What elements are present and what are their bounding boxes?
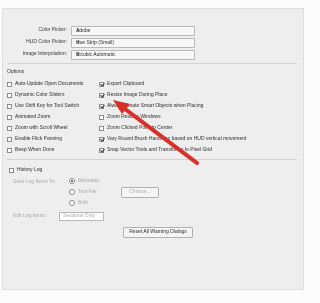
divider xyxy=(7,159,297,160)
radio-button[interactable] xyxy=(69,200,75,206)
option-flick-panning[interactable]: Enable Flick Panning xyxy=(7,135,62,143)
option-label: Export Clipboard xyxy=(107,81,145,87)
option-smart-objects[interactable]: Always Create Smart Objects when Placing xyxy=(99,102,203,110)
reset-warning-dialogs-button[interactable]: Reset All Warning Dialogs xyxy=(123,227,193,238)
edit-log-select[interactable]: Sessions Only xyxy=(59,212,104,221)
option-label: Vary Round Brush Hardness based on HUD v… xyxy=(107,136,247,142)
radio-text-file[interactable]: Text File xyxy=(69,188,97,196)
option-label: Animated Zoom xyxy=(15,114,51,120)
option-label: Beep When Done xyxy=(15,147,55,153)
checkbox[interactable] xyxy=(7,136,12,142)
option-animated-zoom[interactable]: Animated Zoom xyxy=(7,113,50,121)
radio-metadata[interactable]: Metadata xyxy=(69,177,99,185)
option-label: Zoom with Scroll Wheel xyxy=(15,125,68,131)
hud-picker-select[interactable]: Hue Strip (Small) ⬍ xyxy=(71,38,195,48)
preferences-panel: Color Picker: Adobe ⬍ HUD Color Picker: … xyxy=(2,8,304,290)
hud-picker-label: HUD Color Picker: xyxy=(26,38,67,45)
option-label: Snap Vector Tools and Transforms to Pixe… xyxy=(107,147,212,153)
checkbox[interactable] xyxy=(99,114,104,120)
checkbox[interactable] xyxy=(99,147,104,153)
radio-label: Metadata xyxy=(78,178,99,184)
history-log-title: History Log xyxy=(17,167,43,173)
chevron-down-icon: ⬍ xyxy=(76,52,81,58)
option-label: Zoom Clicked Point to Center xyxy=(107,125,173,131)
choose-button[interactable]: Choose... xyxy=(121,187,159,198)
color-picker-label: Color Picker: xyxy=(38,26,67,33)
option-label: Auto-Update Open Documents xyxy=(15,81,84,87)
option-beep[interactable]: Beep When Done xyxy=(7,146,54,154)
radio-button[interactable] xyxy=(69,189,75,195)
save-items-label: Save Log Items To: xyxy=(13,179,56,185)
option-zoom-resizes[interactable]: Zoom Resizes Windows xyxy=(99,113,161,121)
checkbox[interactable] xyxy=(99,103,104,109)
option-resize-image[interactable]: Resize Image During Place xyxy=(99,91,168,99)
history-log-toggle[interactable]: History Log xyxy=(9,166,42,174)
radio-button[interactable] xyxy=(69,178,75,184)
interp-label: Image Interpolation: xyxy=(22,50,67,57)
option-label: Use Shift Key for Tool Switch xyxy=(15,103,80,109)
radio-label: Text File xyxy=(78,189,97,195)
checkbox[interactable] xyxy=(99,125,104,131)
option-export-clipboard[interactable]: Export Clipboard xyxy=(99,80,144,88)
option-dynamic-sliders[interactable]: Dynamic Color Sliders xyxy=(7,91,64,99)
option-snap-vector[interactable]: Snap Vector Tools and Transforms to Pixe… xyxy=(99,146,212,154)
option-scroll-zoom[interactable]: Zoom with Scroll Wheel xyxy=(7,124,68,132)
interp-row: Image Interpolation: xyxy=(7,49,71,58)
options-title: Options xyxy=(7,69,25,75)
checkbox[interactable] xyxy=(99,81,104,87)
hud-picker-row: HUD Color Picker: xyxy=(7,37,71,46)
divider xyxy=(7,63,297,64)
checkbox[interactable] xyxy=(7,114,12,120)
edit-log-label: Edit Log Items: xyxy=(13,213,47,219)
checkbox[interactable] xyxy=(7,125,12,131)
color-picker-select[interactable]: Adobe ⬍ xyxy=(71,26,195,36)
option-label: Dynamic Color Sliders xyxy=(15,92,65,98)
option-zoom-center[interactable]: Zoom Clicked Point to Center xyxy=(99,124,172,132)
chevron-down-icon: ⬍ xyxy=(76,28,81,34)
checkbox[interactable] xyxy=(7,92,12,98)
edit-log-value: Sessions Only xyxy=(63,213,95,219)
option-label: Resize Image During Place xyxy=(107,92,168,98)
checkbox[interactable] xyxy=(7,81,12,87)
chevron-down-icon: ⬍ xyxy=(76,40,81,46)
checkbox[interactable] xyxy=(7,103,12,109)
radio-both[interactable]: Both xyxy=(69,199,88,207)
option-label: Zoom Resizes Windows xyxy=(107,114,161,120)
checkbox[interactable] xyxy=(99,92,104,98)
option-shift-key[interactable]: Use Shift Key for Tool Switch xyxy=(7,102,79,110)
radio-label: Both xyxy=(78,200,89,206)
option-auto-update[interactable]: Auto-Update Open Documents xyxy=(7,80,83,88)
checkbox[interactable] xyxy=(7,147,12,153)
interp-select[interactable]: Bicubic Automatic ⬍ xyxy=(71,50,195,60)
option-label: Enable Flick Panning xyxy=(15,136,62,142)
checkbox[interactable] xyxy=(9,167,14,173)
color-picker-row: Color Picker: xyxy=(7,25,71,34)
option-label: Always Create Smart Objects when Placing xyxy=(107,103,204,109)
checkbox[interactable] xyxy=(99,136,104,142)
option-brush-hardness[interactable]: Vary Round Brush Hardness based on HUD v… xyxy=(99,135,246,143)
